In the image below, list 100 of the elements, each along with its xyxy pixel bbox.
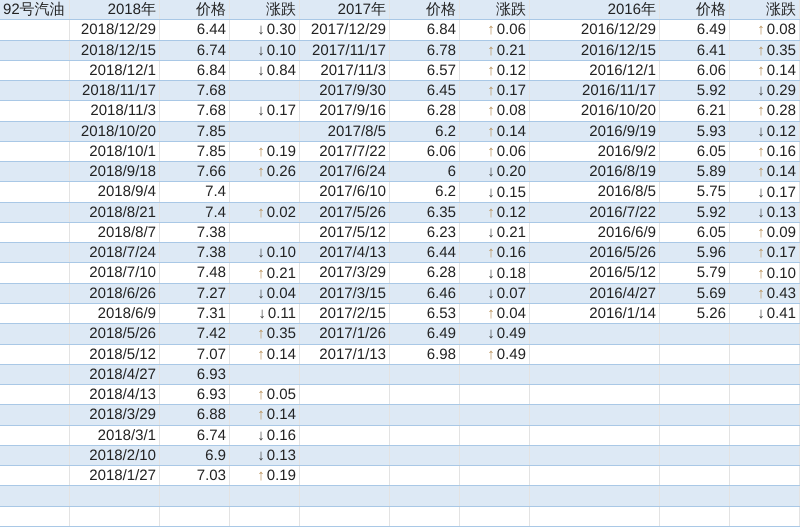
price-cell: 6.46 xyxy=(390,284,460,303)
arrow-symbol: ↑ xyxy=(487,101,495,120)
change-value: 0.43 xyxy=(766,284,796,303)
arrow-symbol: ↑ xyxy=(487,40,495,60)
arrow-symbol: ↓ xyxy=(757,304,765,324)
price-cell: 7.66 xyxy=(160,162,230,182)
arrow-symbol: ↓ xyxy=(757,122,765,141)
date-cell: 2016/12/15 xyxy=(530,40,660,60)
header-cell: 2016年 xyxy=(530,0,660,20)
header-cell: 价格 xyxy=(160,0,230,20)
arrow-symbol: ↑ xyxy=(487,20,495,40)
change-value: 0.17 xyxy=(496,81,526,100)
change-value: 0.12 xyxy=(496,60,526,80)
arrow-symbol: ↓ xyxy=(487,324,495,344)
arrow-symbol: ↑ xyxy=(487,304,495,324)
price-cell: 5.89 xyxy=(660,162,730,182)
price-cell: 6.53 xyxy=(390,304,460,324)
date-cell: 2018/9/18 xyxy=(70,162,160,182)
date-cell: 2017/3/29 xyxy=(300,263,390,283)
arrow-symbol: ↑ xyxy=(257,202,265,222)
price-cell: 6.28 xyxy=(390,263,460,283)
change-value: 0.08 xyxy=(496,101,526,120)
price-cell: 6.49 xyxy=(660,20,730,40)
arrow-symbol: ↑ xyxy=(487,60,495,80)
date-cell: 2018/12/29 xyxy=(70,20,160,40)
change-value: 0.09 xyxy=(766,223,796,242)
price-cell: 5.96 xyxy=(660,243,730,262)
change-value: 0.29 xyxy=(766,81,796,100)
arrow-symbol: ↓ xyxy=(757,182,765,202)
change-value: 0.04 xyxy=(496,304,526,324)
price-cell: 6.9 xyxy=(160,446,230,466)
date-cell: 2018/3/29 xyxy=(70,405,160,425)
price-cell: 6.41 xyxy=(660,40,730,60)
price-cell: 5.92 xyxy=(660,202,730,222)
arrow-symbol: ↑ xyxy=(257,162,265,182)
change-value: 0.17 xyxy=(766,182,796,202)
price-cell: 7.68 xyxy=(160,101,230,121)
price-cell: 6.78 xyxy=(390,40,460,60)
arrow-symbol: ↑ xyxy=(257,264,265,283)
arrow-symbol: ↓ xyxy=(487,284,495,303)
header-cell: 涨跌 xyxy=(460,0,530,20)
header-cell: 2018年 xyxy=(70,0,160,20)
arrow-symbol: ↑ xyxy=(757,142,765,161)
date-cell: 2017/5/12 xyxy=(300,222,390,242)
date-cell: 2018/12/15 xyxy=(70,40,160,60)
arrow-symbol: ↑ xyxy=(757,20,765,40)
change-value: 0.49 xyxy=(496,344,526,364)
change-value: 0.21 xyxy=(496,40,526,60)
arrow-symbol: ↑ xyxy=(257,405,265,424)
price-cell: 6.74 xyxy=(160,426,230,445)
change-value: 0.21 xyxy=(266,264,296,283)
price-cell: 6.49 xyxy=(390,324,460,344)
date-cell: 2017/9/30 xyxy=(300,81,390,100)
arrow-symbol: ↑ xyxy=(757,223,765,242)
price-cell: 6.05 xyxy=(660,222,730,242)
change-value: 0.13 xyxy=(766,202,796,222)
date-cell: 2016/9/19 xyxy=(530,122,660,141)
price-cell: 7.4 xyxy=(160,202,230,222)
date-cell: 2018/2/10 xyxy=(70,446,160,466)
date-cell: 2016/9/2 xyxy=(530,142,660,162)
date-cell: 2017/3/15 xyxy=(300,284,390,303)
change-value: 0.16 xyxy=(266,426,296,445)
arrow-symbol: ↑ xyxy=(257,466,265,486)
change-value: 0.18 xyxy=(496,264,526,283)
arrow-symbol: ↑ xyxy=(487,81,495,100)
arrow-symbol: ↓ xyxy=(257,446,265,465)
arrow-symbol: ↑ xyxy=(487,122,495,141)
date-cell: 2018/6/26 xyxy=(70,284,160,303)
price-cell: 5.69 xyxy=(660,284,730,303)
date-cell: 2018/12/1 xyxy=(70,60,160,80)
date-cell: 2018/4/27 xyxy=(70,364,160,384)
arrow-symbol: ↑ xyxy=(757,60,765,80)
date-cell: 2017/9/16 xyxy=(300,101,390,121)
header-cell: 价格 xyxy=(660,0,730,20)
date-cell: 2016/4/27 xyxy=(530,284,660,303)
change-value: 0.35 xyxy=(266,324,296,344)
price-cell: 6.74 xyxy=(160,40,230,60)
arrow-symbol: ↑ xyxy=(757,264,765,283)
arrow-symbol: ↑ xyxy=(757,284,765,303)
change-value: 0.17 xyxy=(766,243,796,262)
date-cell: 2017/12/29 xyxy=(300,20,390,40)
price-cell: 6.23 xyxy=(390,222,460,242)
price-cell: 6.57 xyxy=(390,60,460,80)
price-cell: 5.26 xyxy=(660,304,730,324)
date-cell: 2017/11/3 xyxy=(300,60,390,80)
arrow-symbol: ↓ xyxy=(487,223,495,242)
change-value: 0.08 xyxy=(766,20,796,40)
date-cell: 2016/1/14 xyxy=(530,304,660,324)
price-cell: 6.44 xyxy=(390,243,460,262)
date-cell: 2016/5/26 xyxy=(530,243,660,262)
date-cell: 2018/10/20 xyxy=(70,122,160,141)
change-value: 0.10 xyxy=(266,40,296,60)
date-cell: 2017/4/13 xyxy=(300,243,390,262)
arrow-symbol: ↑ xyxy=(257,324,265,344)
price-cell: 7.85 xyxy=(160,142,230,162)
date-cell: 2018/8/7 xyxy=(70,222,160,242)
price-cell: 6.35 xyxy=(390,202,460,222)
change-value: 0.30 xyxy=(266,20,296,40)
change-value: 0.11 xyxy=(268,304,296,324)
change-value: 0.12 xyxy=(766,122,796,141)
